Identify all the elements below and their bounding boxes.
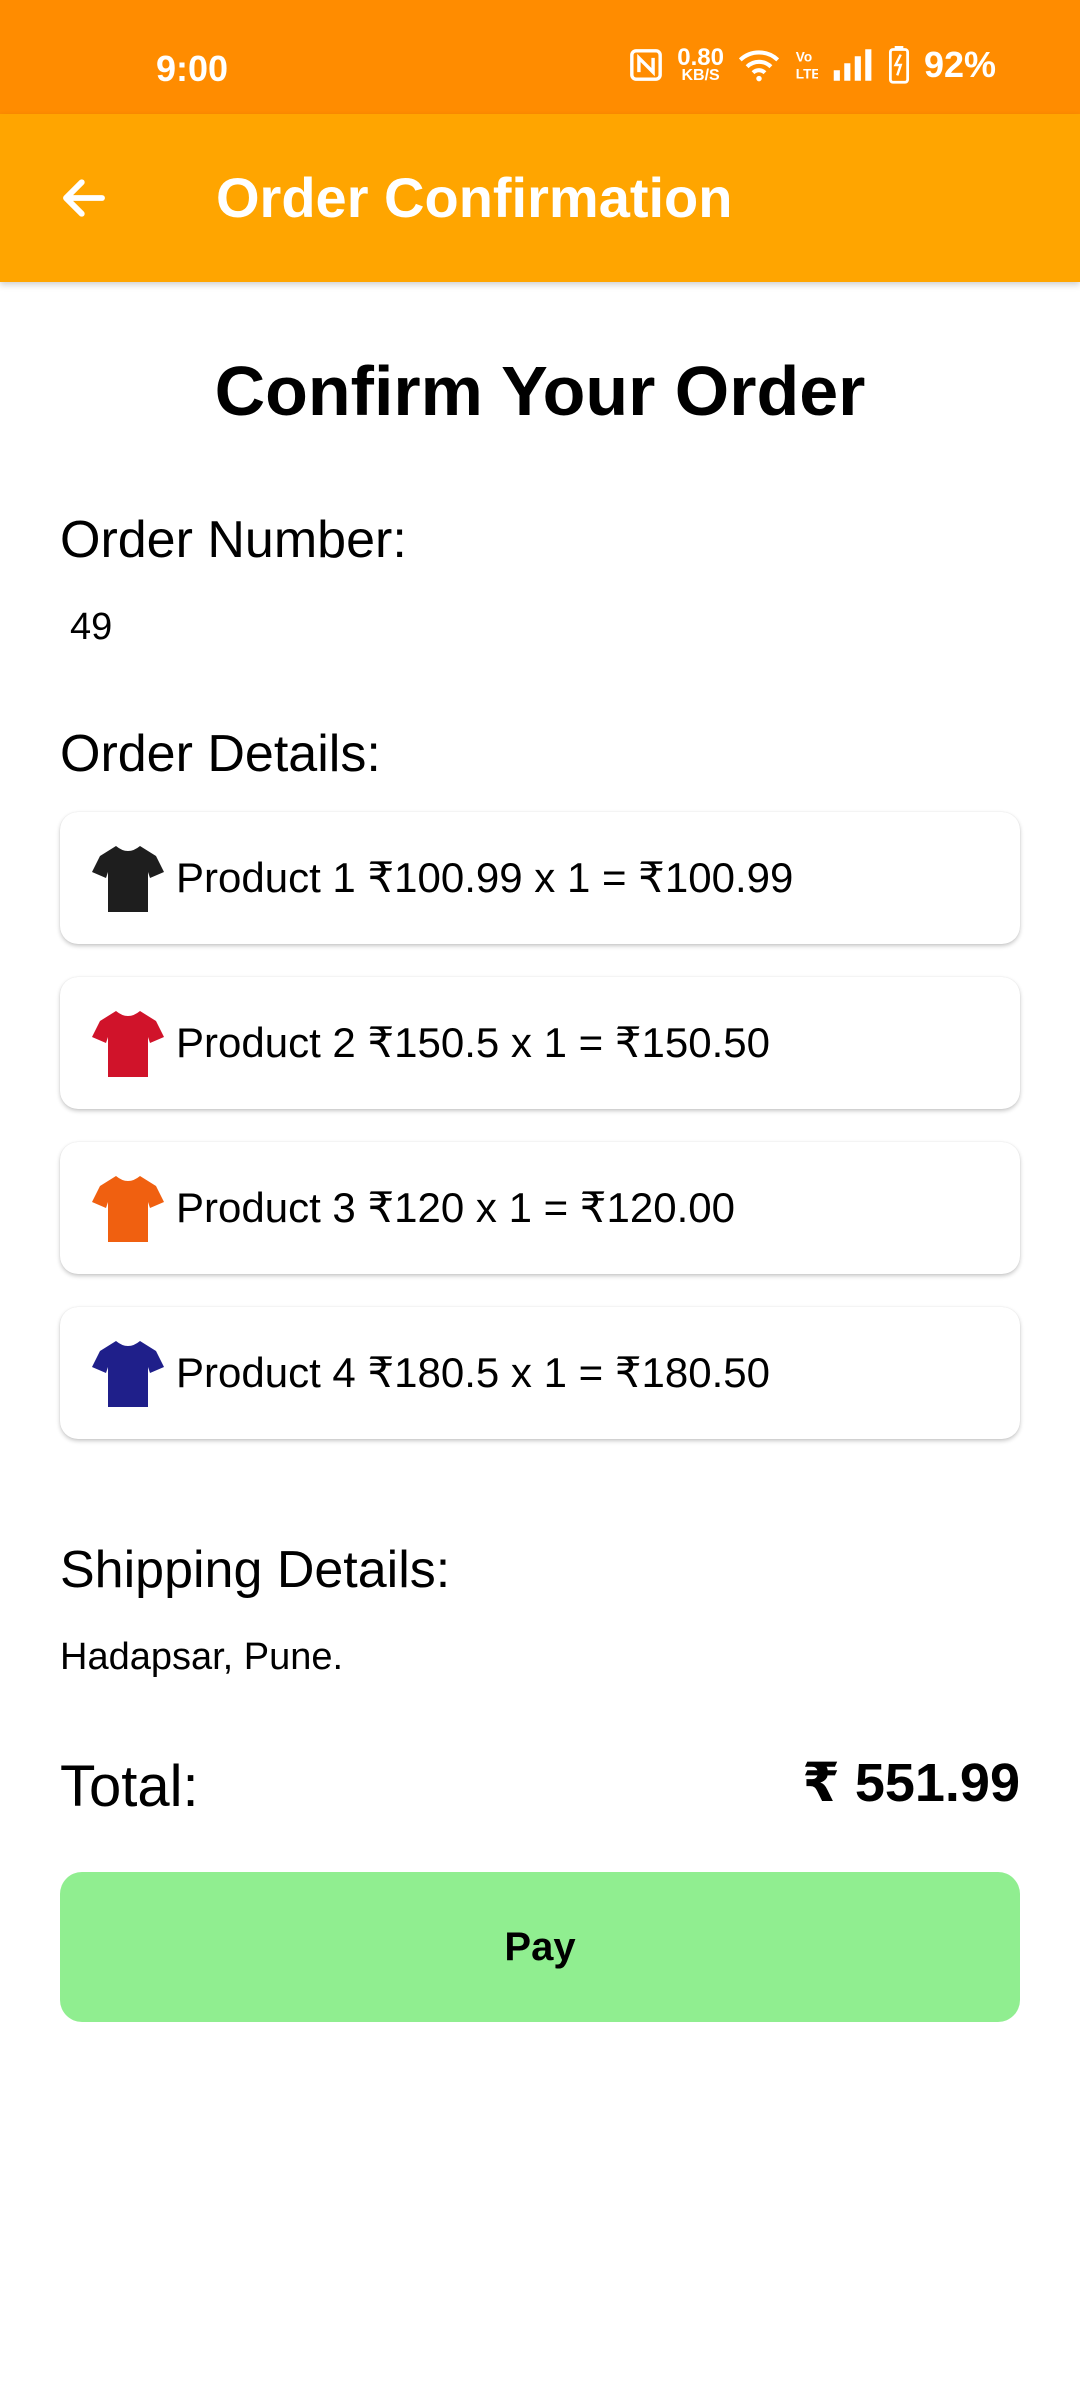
net-speed: 0.80 KB/S [677, 44, 724, 84]
order-item-text: Product 3 ₹120 x 1 = ₹120.00 [176, 1184, 735, 1231]
shipping-address: Hadapsar, Pune. [60, 1636, 344, 1678]
order-item-text: Product 4 ₹180.5 x 1 = ₹180.50 [176, 1349, 771, 1396]
order-item-text: Product 2 ₹150.5 x 1 = ₹150.50 [176, 1019, 771, 1066]
battery-percent: 92% [923, 44, 996, 85]
tshirt-icon [92, 1011, 164, 1077]
total-label: Total: [60, 1754, 199, 1819]
signal-icon [833, 49, 872, 81]
tshirt-icon [92, 846, 164, 912]
nfc-icon [630, 49, 663, 81]
total-value: ₹ 551.99 [802, 1753, 1020, 1813]
order-item-card: Product 4 ₹180.5 x 1 = ₹180.50 [60, 1307, 1020, 1439]
app-title: Order Confirmation [216, 166, 733, 229]
order-number-label: Order Number: [60, 511, 407, 569]
pay-button[interactable]: Pay [60, 1872, 1020, 2022]
shipping-details-label: Shipping Details: [60, 1541, 451, 1599]
order-item-card: Product 3 ₹120 x 1 = ₹120.00 [60, 1142, 1020, 1274]
order-item-card: Product 1 ₹100.99 x 1 = ₹100.99 [60, 812, 1020, 944]
order-details-label: Order Details: [60, 725, 381, 783]
status-bar: 9:00 0.80 KB/S Vo LTE [0, 0, 1080, 114]
order-item-card: Product 2 ₹150.5 x 1 = ₹150.50 [60, 977, 1020, 1109]
arrow-left-icon [63, 179, 105, 217]
svg-text:LTE: LTE [796, 67, 818, 82]
status-time: 9:00 [156, 48, 229, 89]
tshirt-icon [92, 1341, 164, 1407]
tshirt-icon [92, 1176, 164, 1242]
net-speed-unit: KB/S [681, 66, 720, 84]
page-heading: Confirm Your Order [214, 352, 866, 430]
back-button[interactable] [48, 162, 120, 234]
order-number-value: 49 [70, 606, 113, 648]
wifi-icon [738, 50, 780, 82]
net-speed-value: 0.80 [677, 44, 724, 71]
svg-text:Vo: Vo [796, 50, 812, 65]
battery-icon [888, 46, 909, 84]
status-icons: 0.80 KB/S Vo LTE 92% [629, 44, 996, 86]
order-item-text: Product 1 ₹100.99 x 1 = ₹100.99 [176, 854, 794, 901]
volte-icon: Vo LTE [796, 50, 818, 82]
app-bar: Order Confirmation [0, 114, 1080, 282]
